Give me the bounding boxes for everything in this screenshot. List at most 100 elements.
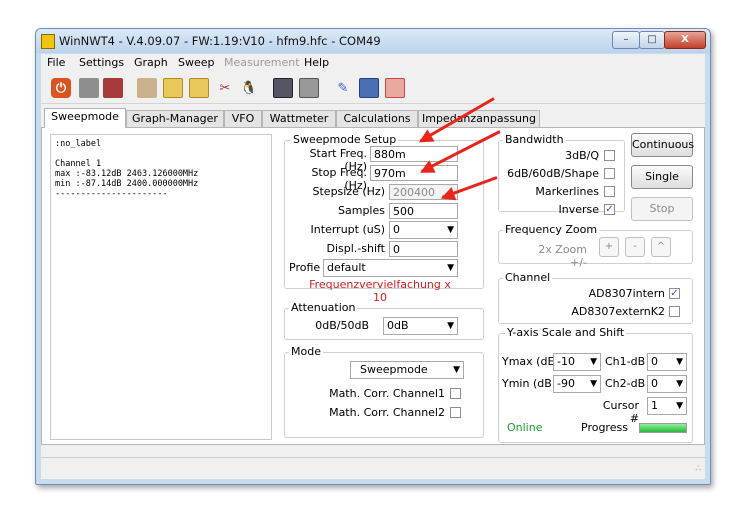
zoom-reset-button[interactable]: ^	[651, 237, 671, 257]
tools-icon[interactable]	[137, 78, 157, 98]
ymax-select[interactable]: -10 ▼	[553, 353, 601, 371]
progress-fill	[640, 424, 686, 432]
menu-bar: File Settings Graph Sweep Measurement He…	[41, 54, 705, 72]
attenuation-group: Attenuation 0dB/50dB 0dB ▼	[284, 301, 484, 340]
zoom-label: 2x Zoom +/-	[538, 243, 587, 269]
chevron-down-icon: ▼	[447, 225, 454, 235]
client-area: File Settings Graph Sweep Measurement He…	[41, 54, 705, 479]
menu-sweep[interactable]: Sweep	[178, 56, 215, 69]
shape-checkbox[interactable]	[604, 168, 615, 179]
chevron-down-icon: ▼	[447, 321, 454, 331]
shape-label: 6dB/60dB/Shape	[507, 167, 599, 180]
samples-input[interactable]: 500	[389, 203, 458, 219]
attenuation-label: 0dB/50dB	[315, 319, 369, 332]
image2-icon[interactable]	[189, 78, 209, 98]
log-output[interactable]: :no_label Channel 1 max :-83.12dB 2463.1…	[50, 134, 272, 440]
stop-freq-input[interactable]: 970m	[370, 165, 458, 181]
ymin-label: Ymin (dB	[502, 377, 552, 390]
chevron-down-icon: ▼	[590, 379, 597, 389]
menu-help[interactable]: Help	[304, 56, 329, 69]
pencil-icon[interactable]: ✎	[333, 78, 353, 98]
resize-grip-icon[interactable]: ∴	[695, 464, 701, 474]
chevron-down-icon: ▼	[676, 379, 683, 389]
single-button[interactable]: Single	[631, 165, 693, 189]
save-icon[interactable]	[359, 78, 379, 98]
profile-select[interactable]: default ▼	[323, 259, 458, 277]
tux-icon[interactable]: 🐧	[239, 78, 259, 98]
ad8307extern-label: AD8307externK2	[571, 305, 665, 318]
power-icon[interactable]: ⏻	[51, 78, 71, 98]
q-checkbox[interactable]	[604, 150, 615, 161]
sweep-setup-title: Sweepmode Setup	[291, 133, 399, 146]
chevron-down-icon: ▼	[676, 401, 683, 411]
samples-label: Samples	[338, 204, 385, 217]
window-title: WinNWT4 - V.4.09.07 - FW:1.19:V10 - hfm9…	[59, 34, 381, 48]
chevron-down-icon: ▼	[453, 365, 460, 375]
zoom-plus-button[interactable]: +	[599, 237, 619, 257]
chevron-down-icon: ▼	[590, 357, 597, 367]
interrupt-select[interactable]: 0 ▼	[389, 221, 458, 239]
ad8307extern-checkbox[interactable]	[669, 306, 680, 317]
probe-icon[interactable]: ✂	[215, 78, 235, 98]
stop-button[interactable]: Stop	[631, 197, 693, 221]
ymax-label: Ymax (dE	[502, 355, 555, 368]
math-corr1-checkbox[interactable]	[450, 388, 461, 399]
progress-bar	[639, 423, 687, 433]
maximize-button[interactable]: □	[639, 31, 665, 49]
close-button[interactable]: X	[664, 31, 706, 49]
menu-settings[interactable]: Settings	[79, 56, 124, 69]
tab-bar: Sweepmode Graph-Manager VFO Wattmeter Ca…	[41, 108, 705, 128]
ch2-db-label: Ch2-dB	[605, 377, 646, 390]
tab-impedanzanpassung[interactable]: Impedanzanpassung	[418, 110, 540, 127]
image-icon[interactable]	[163, 78, 183, 98]
attenuation-title: Attenuation	[289, 301, 358, 314]
ymin-select[interactable]: -90 ▼	[553, 375, 601, 393]
ch2-db-select[interactable]: 0 ▼	[647, 375, 687, 393]
bandwidth-title: Bandwidth	[503, 133, 566, 146]
minimize-button[interactable]: –	[612, 31, 640, 49]
delete-icon[interactable]	[385, 78, 405, 98]
continuous-button[interactable]: Continuous	[631, 133, 694, 157]
ch1-db-select[interactable]: 0 ▼	[647, 353, 687, 371]
tab-vfo[interactable]: VFO	[224, 110, 262, 127]
math-corr2-checkbox[interactable]	[450, 407, 461, 418]
markerlines-checkbox[interactable]	[604, 186, 615, 197]
yaxis-title: Y-axis Scale and Shift	[505, 326, 627, 339]
chevron-down-icon: ▼	[447, 263, 454, 273]
inverse-checkbox[interactable]: ✓	[604, 204, 615, 215]
mode-title: Mode	[289, 345, 323, 358]
menu-graph[interactable]: Graph	[134, 56, 168, 69]
displ-shift-input[interactable]: 0	[389, 241, 458, 257]
markerlines-label: Markerlines	[535, 185, 599, 198]
main-window: WinNWT4 - V.4.09.07 - FW:1.19:V10 - hfm9…	[35, 28, 711, 485]
zoom-title: Frequency Zoom	[503, 223, 600, 236]
ad8307intern-label: AD8307intern	[588, 287, 665, 300]
ad8307intern-checkbox[interactable]: ✓	[669, 288, 680, 299]
printer-icon[interactable]	[79, 78, 99, 98]
tab-sweepmode[interactable]: Sweepmode	[44, 108, 126, 128]
displ-shift-label: Displ.-shift	[326, 242, 385, 255]
stepsize-label: Stepsize (Hz)	[312, 185, 386, 198]
app-icon	[41, 34, 55, 49]
attenuation-select[interactable]: 0dB ▼	[383, 317, 458, 335]
progress-label: Progress	[581, 421, 628, 434]
chart2-icon[interactable]	[299, 78, 319, 98]
chart-icon[interactable]	[273, 78, 293, 98]
tab-graph-manager[interactable]: Graph-Manager	[126, 110, 224, 127]
cursor-select[interactable]: 1 ▼	[647, 397, 687, 415]
bandwidth-group: Bandwidth 3dB/Q 6dB/60dB/Shape Markerlin…	[498, 133, 625, 216]
zoom-minus-button[interactable]: -	[625, 237, 645, 257]
mode-select[interactable]: Sweepmode ▼	[350, 361, 464, 379]
frequency-zoom-group: Frequency Zoom 2x Zoom +/- + - ^	[498, 223, 693, 269]
tab-calculations[interactable]: Calculations	[336, 110, 418, 127]
channel-title: Channel	[503, 271, 553, 284]
menu-file[interactable]: File	[47, 56, 65, 69]
printer-color-icon[interactable]	[103, 78, 123, 98]
menu-measurement[interactable]: Measurement	[224, 56, 300, 69]
title-bar[interactable]: WinNWT4 - V.4.09.07 - FW:1.19:V10 - hfm9…	[36, 29, 710, 53]
inverse-label: Inverse	[558, 203, 599, 216]
tab-wattmeter[interactable]: Wattmeter	[262, 110, 336, 127]
sweep-setup-group: Sweepmode Setup Start Freq.(Hz) 880m Sto…	[284, 133, 484, 304]
math-corr2-label: Math. Corr. Channel2	[329, 406, 445, 419]
chevron-down-icon: ▼	[676, 357, 683, 367]
